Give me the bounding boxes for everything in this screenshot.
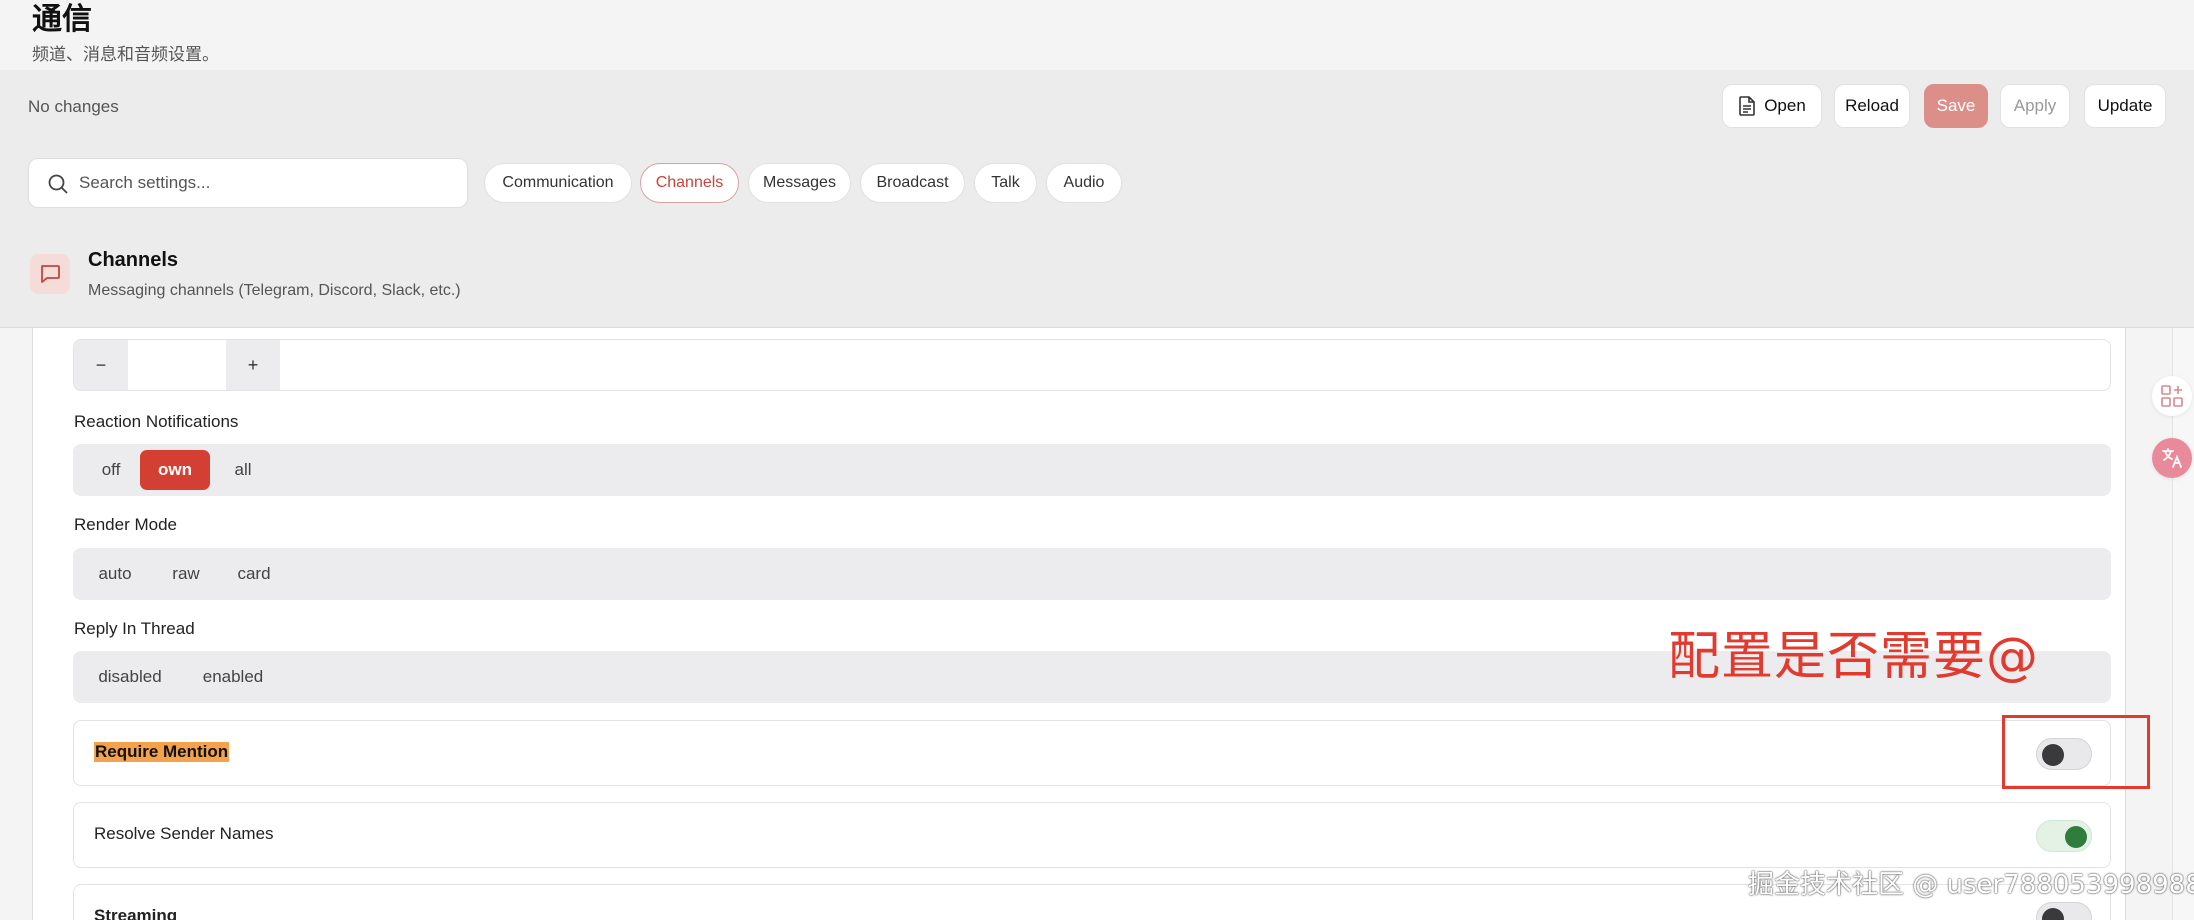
status-text: No changes — [28, 97, 119, 116]
reaction-notifications-label: Reaction Notifications — [74, 412, 239, 431]
update-button[interactable]: Update — [2084, 84, 2166, 128]
reaction-notifications-segmented: off own all — [73, 444, 2111, 496]
tab-messages[interactable]: Messages — [748, 163, 851, 203]
toggle-knob — [2065, 826, 2087, 848]
apps-sparkle-icon — [2161, 385, 2183, 407]
option-enabled[interactable]: enabled — [183, 657, 283, 697]
tab-communication[interactable]: Communication — [484, 163, 632, 203]
option-off[interactable]: off — [77, 450, 145, 490]
resolve-sender-names-row: Resolve Sender Names — [73, 802, 2111, 868]
chat-bubble-icon — [41, 265, 60, 283]
streaming-label: Streaming — [94, 906, 178, 920]
apps-button[interactable] — [2152, 376, 2192, 416]
page-header: 通信 频道、消息和音频设置。 — [0, 0, 2194, 70]
option-auto[interactable]: auto — [77, 554, 153, 594]
watermark: 掘金技术社区 @ user7880539989880 — [1748, 870, 2194, 900]
section-description: Messaging channels (Telegram, Discord, S… — [88, 282, 461, 299]
annotation-highlight-box — [2002, 715, 2150, 789]
open-button-label: Open — [1764, 96, 1806, 115]
section-title: Channels — [88, 249, 179, 271]
translate-button[interactable] — [2152, 438, 2192, 478]
save-button[interactable]: Save — [1924, 84, 1988, 128]
increment-button[interactable]: + — [226, 340, 280, 390]
require-mention-label: Require Mention — [94, 742, 230, 762]
number-stepper: − + — [73, 339, 2111, 391]
option-all[interactable]: all — [213, 450, 273, 490]
page-subtitle: 频道、消息和音频设置。 — [32, 45, 219, 65]
tab-channels[interactable]: Channels — [640, 163, 739, 203]
option-card[interactable]: card — [219, 554, 289, 594]
require-mention-row: Require Mention — [73, 720, 2111, 786]
render-mode-segmented: auto raw card — [73, 548, 2111, 600]
option-own[interactable]: own — [140, 450, 210, 490]
decrement-button[interactable]: − — [74, 340, 128, 390]
search-icon — [48, 174, 68, 194]
file-icon — [1739, 96, 1756, 116]
tab-talk[interactable]: Talk — [974, 163, 1037, 203]
translate-icon — [2162, 448, 2182, 468]
page-title: 通信 — [32, 2, 92, 37]
search-input[interactable] — [79, 159, 459, 207]
tab-broadcast[interactable]: Broadcast — [860, 163, 965, 203]
option-raw[interactable]: raw — [153, 554, 219, 594]
scroll-rail[interactable] — [2172, 328, 2194, 920]
render-mode-label: Render Mode — [74, 515, 178, 534]
stepper-value-input[interactable] — [128, 340, 226, 390]
option-disabled[interactable]: disabled — [77, 657, 183, 697]
reload-button[interactable]: Reload — [1834, 84, 1910, 128]
resolve-sender-names-label: Resolve Sender Names — [94, 824, 274, 843]
search-box[interactable] — [28, 158, 468, 208]
reply-in-thread-label: Reply In Thread — [74, 619, 195, 638]
tab-audio[interactable]: Audio — [1046, 163, 1122, 203]
streaming-toggle[interactable] — [2036, 902, 2092, 920]
toggle-knob — [2042, 908, 2064, 920]
section-icon-box — [30, 254, 70, 294]
annotation-text: 配置是否需要@ — [1668, 627, 2040, 687]
open-button[interactable]: Open — [1722, 84, 1822, 128]
resolve-sender-names-toggle[interactable] — [2036, 820, 2092, 852]
apply-button[interactable]: Apply — [2000, 84, 2070, 128]
